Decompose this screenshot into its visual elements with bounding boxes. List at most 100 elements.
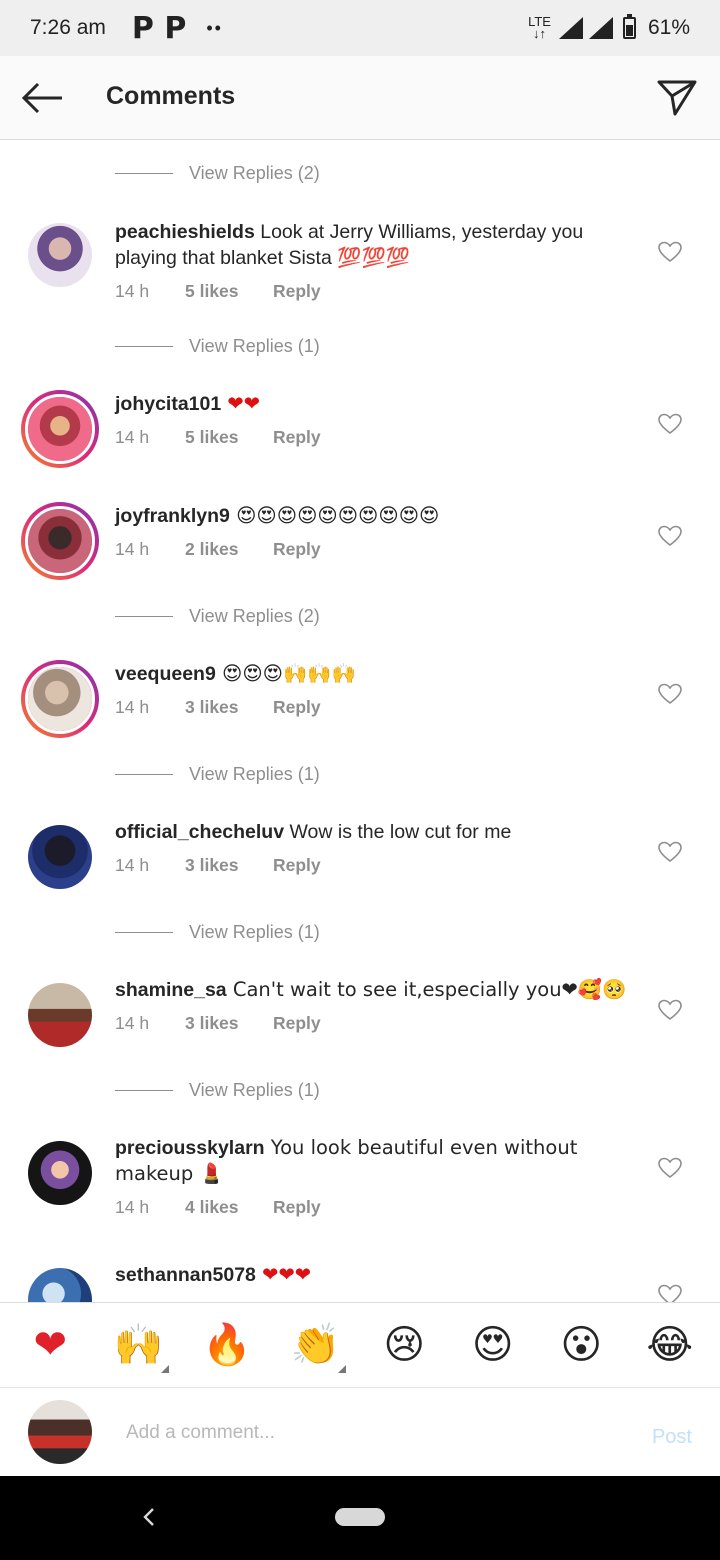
post-button[interactable]: Post: [652, 1426, 692, 1449]
comment-likes[interactable]: 3 likes: [185, 855, 273, 876]
nav-back-icon[interactable]: [136, 1502, 160, 1532]
avatar-story-ring[interactable]: [21, 502, 99, 580]
clapping-hands-reaction-icon[interactable]: 👏: [286, 1323, 346, 1373]
reply-button[interactable]: Reply: [273, 697, 321, 718]
my-avatar: [28, 1400, 92, 1464]
like-heart-icon[interactable]: [658, 999, 682, 1021]
nav-home-pill[interactable]: [335, 1508, 385, 1526]
fire-reaction-icon[interactable]: 🔥: [197, 1323, 257, 1367]
divider: [115, 932, 173, 933]
avatar-story-ring[interactable]: [21, 390, 99, 468]
view-replies-link[interactable]: View Replies (1): [115, 922, 320, 943]
comment-username[interactable]: peachieshields: [115, 221, 255, 243]
status-time: 7:26 am: [30, 16, 106, 39]
comment-meta: 14 h 4 likes Reply: [115, 1197, 321, 1218]
comment-likes[interactable]: 2 likes: [185, 539, 273, 560]
avatar-story-ring[interactable]: [21, 660, 99, 738]
comment-text: 😍😍😍🙌🙌🙌: [215, 662, 356, 685]
add-comment-input[interactable]: [126, 1418, 606, 1448]
laughing-face-reaction-icon[interactable]: 😂: [640, 1323, 700, 1367]
comment-username[interactable]: johycita101: [115, 393, 221, 415]
comment-meta: 14 h 3 likes Reply: [115, 697, 321, 718]
direct-send-icon[interactable]: [656, 76, 698, 118]
view-replies-link[interactable]: View Replies (2): [115, 163, 320, 184]
back-arrow-icon[interactable]: [20, 78, 64, 118]
comment-username[interactable]: sethannan5078: [115, 1264, 256, 1286]
comment-time: 14 h: [115, 1013, 150, 1033]
comment-meta: 14 h 5 likes Reply: [115, 281, 321, 302]
battery-level: 61%: [647, 16, 690, 39]
comment-likes[interactable]: 5 likes: [185, 281, 273, 302]
comment-likes[interactable]: 4 likes: [185, 1197, 273, 1218]
raising-hands-reaction-icon[interactable]: 🙌: [109, 1323, 169, 1373]
comment-username[interactable]: joyfranklyn9: [115, 505, 230, 527]
comment-text: 😍😍😍😍😍😍😍😍😍😍: [229, 504, 440, 527]
divider: [115, 346, 173, 347]
like-heart-icon[interactable]: [658, 841, 682, 863]
comment-text: ❤❤❤: [255, 1263, 312, 1286]
comment-time: 14 h: [115, 1197, 150, 1217]
divider: [115, 774, 173, 775]
comment-username[interactable]: veequeen9: [115, 663, 216, 685]
heart-reaction-icon[interactable]: ❤: [20, 1323, 80, 1367]
avatar[interactable]: [28, 825, 92, 889]
signal-icon: [558, 17, 583, 39]
comment-time: 14 h: [115, 539, 150, 559]
avatar[interactable]: [28, 223, 92, 287]
comment-list[interactable]: View Replies (2) peachieshields Look at …: [0, 141, 720, 1302]
reply-button[interactable]: Reply: [273, 1197, 321, 1218]
comment-username[interactable]: preciousskylarn: [115, 1137, 265, 1159]
comment-meta: 14 h 2 likes Reply: [115, 539, 321, 560]
quick-reactions-bar: ❤ 🙌 🔥 👏 😢 😍 😮 😂: [0, 1302, 720, 1388]
reply-button[interactable]: Reply: [273, 281, 321, 302]
battery-icon: [622, 14, 636, 39]
comment-time: 14 h: [115, 427, 150, 447]
comment-meta: 14 h 3 likes Reply: [115, 855, 321, 876]
comment-composer: Post: [0, 1388, 720, 1476]
comment-time: 14 h: [115, 697, 150, 717]
divider: [115, 1090, 173, 1091]
comment-username[interactable]: official_checheluv: [115, 821, 284, 843]
system-nav-bar: [0, 1476, 720, 1560]
avatar[interactable]: [28, 983, 92, 1047]
view-replies-link[interactable]: View Replies (1): [115, 764, 320, 785]
surprised-face-reaction-icon[interactable]: 😮: [551, 1323, 611, 1367]
view-replies-link[interactable]: View Replies (2): [115, 606, 320, 627]
reply-button[interactable]: Reply: [273, 855, 321, 876]
avatar[interactable]: [28, 1268, 92, 1302]
more-notifications-icon: ••: [206, 17, 223, 38]
crying-face-reaction-icon[interactable]: 😢: [374, 1323, 434, 1367]
notification-icons: P P: [131, 10, 187, 46]
comment-likes[interactable]: 3 likes: [185, 697, 273, 718]
comment-text: Can't wait to see it,especially you❤🥰🥺: [226, 978, 627, 1001]
like-heart-icon[interactable]: [658, 241, 682, 263]
divider: [115, 616, 173, 617]
view-replies-link[interactable]: View Replies (1): [115, 1080, 320, 1101]
heart-eyes-reaction-icon[interactable]: 😍: [463, 1323, 523, 1367]
reply-button[interactable]: Reply: [273, 427, 321, 448]
like-heart-icon[interactable]: [658, 413, 682, 435]
like-heart-icon[interactable]: [658, 1157, 682, 1179]
avatar[interactable]: [28, 1141, 92, 1205]
signal-icon-2: [588, 17, 613, 39]
like-heart-icon[interactable]: [658, 1284, 682, 1302]
status-bar: 7:26 am P P •• LTE ↓↑ 61%: [0, 0, 720, 56]
comment-username[interactable]: shamine_sa: [115, 979, 227, 1001]
comment-likes[interactable]: 5 likes: [185, 427, 273, 448]
lte-icon: LTE ↓↑: [528, 14, 551, 41]
comment-time: 14 h: [115, 855, 150, 875]
reply-button[interactable]: Reply: [273, 539, 321, 560]
comment-meta: 14 h 5 likes Reply: [115, 427, 321, 448]
comment-meta: 14 h 3 likes Reply: [115, 1013, 321, 1034]
comment-likes[interactable]: 3 likes: [185, 1013, 273, 1034]
comment-text: Wow is the low cut for me: [284, 821, 512, 843]
like-heart-icon[interactable]: [658, 525, 682, 547]
comments-header: Comments: [0, 56, 720, 140]
like-heart-icon[interactable]: [658, 683, 682, 705]
comment-time: 14 h: [115, 281, 150, 301]
reply-button[interactable]: Reply: [273, 1013, 321, 1034]
divider: [115, 173, 173, 174]
comment-text: ❤❤: [221, 392, 261, 415]
page-title: Comments: [106, 82, 236, 110]
view-replies-link[interactable]: View Replies (1): [115, 336, 320, 357]
